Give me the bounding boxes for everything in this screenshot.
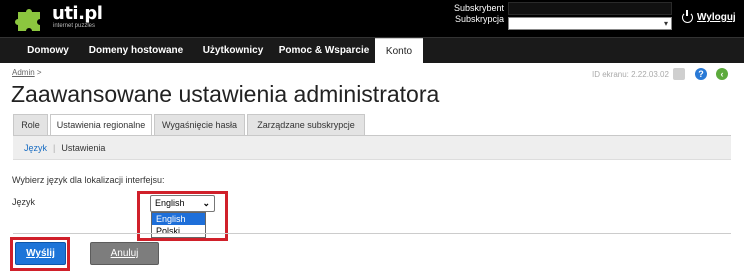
logout-link[interactable]: Wyloguj (682, 10, 736, 23)
nav-item-uzytkownicy[interactable]: Użytkownicy (194, 38, 272, 64)
help-icon[interactable]: ? (695, 68, 707, 80)
subtab-ustawienia[interactable]: Ustawienia (61, 143, 105, 153)
form-divider (13, 233, 731, 234)
language-options-list: English Polski (151, 212, 206, 238)
subscription-label: Subskrypcja (454, 14, 504, 24)
tab-wygasniecie-hasla[interactable]: Wygaśnięcie hasła (154, 114, 245, 135)
logout-label: Wyloguj (697, 12, 736, 23)
subscription-labels: Subskrybent Subskrypcja (420, 3, 504, 25)
screen-id: ID ekranu: 2.22.03.02 (592, 70, 669, 79)
language-label: Język (12, 197, 36, 207)
breadcrumb: Admin > (12, 68, 42, 77)
back-icon[interactable]: ‹ (716, 68, 728, 80)
language-prompt: Wybierz język dla lokalizacji interfejsu… (12, 175, 165, 185)
breadcrumb-admin[interactable]: Admin (12, 68, 35, 77)
tab-zarzadzane-subskrypcje[interactable]: Zarządzane subskrypcje (247, 114, 365, 135)
language-select[interactable]: English ⌄ (150, 195, 215, 212)
nav-item-konto[interactable]: Konto (375, 38, 423, 64)
logo[interactable]: uti.pl internet puzzles (14, 3, 124, 34)
logo-text: uti.pl (52, 3, 103, 24)
main-nav: Domowy Domeny hostowane Użytkownicy Pomo… (0, 37, 744, 64)
print-icon[interactable] (673, 68, 685, 80)
chevron-down-icon: ⌄ (202, 198, 210, 208)
language-option-polski[interactable]: Polski (152, 225, 205, 237)
subscriber-label: Subskrybent (453, 3, 504, 13)
language-select-value: English (155, 198, 185, 208)
subtab-jezyk[interactable]: Język (24, 143, 47, 153)
power-icon (682, 10, 693, 23)
page-title: Zaawansowane ustawienia administratora (11, 81, 440, 107)
tab-ustawienia-regionalne[interactable]: Ustawienia regionalne (50, 114, 152, 136)
chevron-down-icon: ▾ (663, 19, 668, 28)
subtab-separator: | (53, 143, 56, 153)
puzzle-logo-icon (15, 9, 40, 31)
logo-subtitle: internet puzzles (53, 23, 96, 29)
submit-button[interactable]: Wyślij (15, 242, 66, 265)
language-option-english[interactable]: English (152, 213, 205, 225)
subscriber-field[interactable] (508, 2, 672, 15)
sub-navigation: Język | Ustawienia (13, 135, 731, 160)
nav-item-domeny-hostowane[interactable]: Domeny hostowane (82, 38, 190, 64)
cancel-button[interactable]: Anuluj (90, 242, 159, 265)
subscription-select[interactable]: ▾ (508, 17, 672, 30)
nav-item-pomoc[interactable]: Pomoc & Wsparcie (273, 38, 375, 64)
nav-item-domowy[interactable]: Domowy (18, 38, 78, 64)
breadcrumb-separator: > (36, 68, 42, 77)
tab-role[interactable]: Role (13, 114, 48, 135)
top-header: uti.pl internet puzzles Subskrybent Subs… (0, 0, 744, 37)
